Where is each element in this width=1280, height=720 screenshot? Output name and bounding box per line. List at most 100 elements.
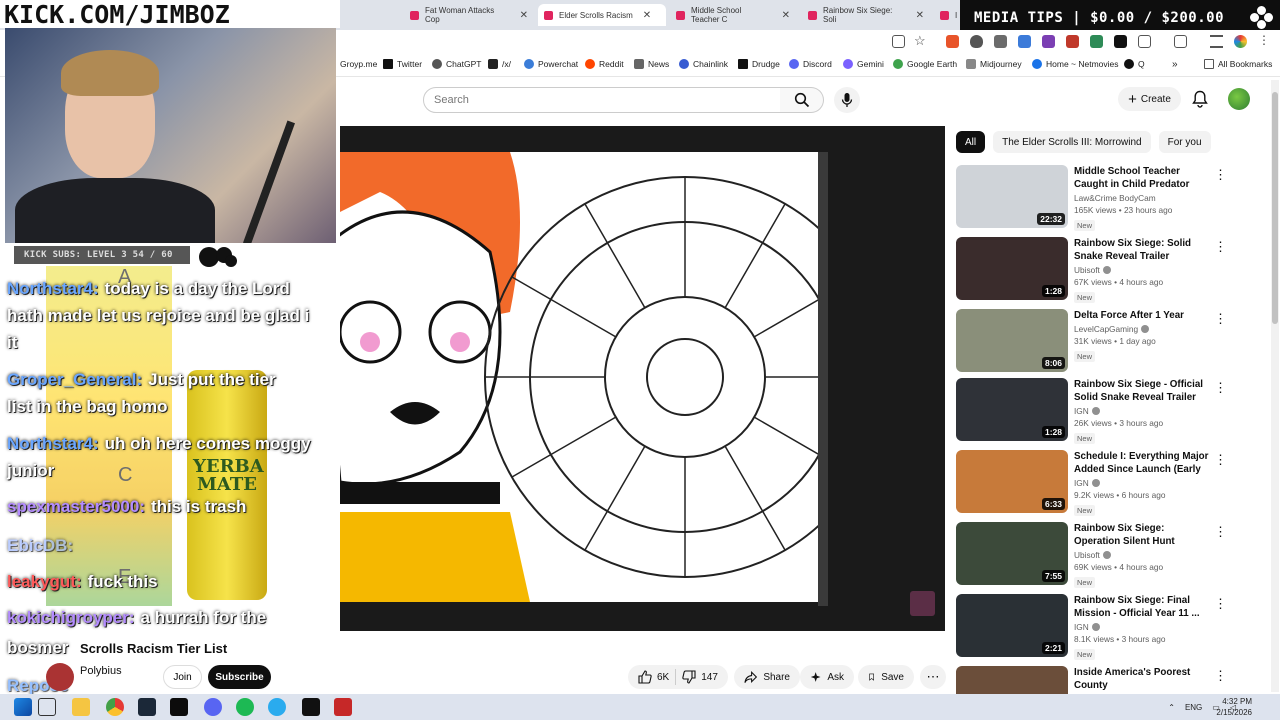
task-view-icon[interactable] (38, 698, 56, 716)
video-title[interactable]: Rainbow Six Siege: Operation Silent Hunt… (1074, 522, 1210, 548)
video-thumbnail[interactable]: 6:33 (956, 450, 1068, 513)
video-title[interactable]: Inside America's Poorest County (1074, 666, 1210, 692)
video-title[interactable]: Middle School Teacher Caught in Child Pr… (1074, 165, 1210, 191)
video-title[interactable]: Delta Force After 1 Year (1074, 309, 1210, 322)
more-vertical-icon[interactable]: ⋮ (1214, 311, 1227, 327)
video-channel[interactable]: Ubisoft (1074, 265, 1210, 275)
search-button[interactable] (780, 87, 824, 113)
search-box[interactable] (423, 87, 781, 113)
video-thumbnail[interactable]: 2:21 (956, 594, 1068, 657)
video-title[interactable]: Schedule I: Everything Major Added Since… (1074, 450, 1210, 476)
video-channel[interactable]: IGN (1074, 622, 1210, 632)
search-input[interactable] (434, 94, 764, 106)
video-channel[interactable]: LevelCapGaming (1074, 324, 1210, 334)
recommended-video[interactable]: 2:21 Rainbow Six Siege: Final Mission - O… (956, 594, 1227, 660)
more-vertical-icon[interactable]: ⋮ (1214, 452, 1227, 468)
voice-search-button[interactable] (834, 87, 860, 113)
bookmark[interactable]: Chainlink (679, 59, 728, 69)
more-vertical-icon[interactable]: ⋮ (1214, 596, 1227, 612)
more-vertical-icon[interactable]: ⋮ (1214, 239, 1227, 255)
all-bookmarks[interactable]: All Bookmarks (1204, 59, 1272, 69)
media-icon[interactable] (1210, 35, 1223, 48)
system-clock[interactable]: 4:32 PM 2/15/2026 (1216, 696, 1252, 718)
bookmark[interactable]: /x/ (488, 59, 511, 69)
more-vertical-icon[interactable]: ⋮ (1214, 524, 1227, 540)
steam-icon[interactable] (138, 698, 156, 716)
bookmark[interactable]: Google Earth (893, 59, 957, 69)
video-title[interactable]: Rainbow Six Siege - Official Solid Snake… (1074, 378, 1210, 404)
create-button[interactable]: + Create (1118, 87, 1181, 111)
bookmark[interactable]: Groyp.me (340, 59, 377, 69)
tab-0[interactable]: Fat Woman Attacks Cop ✕ (404, 4, 534, 26)
chip-all[interactable]: All (956, 131, 986, 153)
language-indicator[interactable]: ENG (1185, 703, 1202, 712)
bookmark[interactable]: Midjourney (966, 59, 1022, 69)
video-thumbnail[interactable]: 22:32 (956, 165, 1068, 228)
video-title[interactable]: Rainbow Six Siege: Solid Snake Reveal Tr… (1074, 237, 1210, 263)
recommended-video[interactable]: 1:28 Rainbow Six Siege: Solid Snake Revea… (956, 237, 1227, 303)
join-button[interactable]: Join (163, 665, 202, 689)
extension-icon[interactable] (1042, 35, 1055, 48)
more-vertical-icon[interactable]: ⋮ (1214, 380, 1227, 396)
bookmark[interactable]: Gemini (843, 59, 884, 69)
shield-icon[interactable] (970, 35, 983, 48)
telegram-icon[interactable] (268, 698, 286, 716)
more-vertical-icon[interactable]: ⋮ (1214, 668, 1227, 684)
app-icon[interactable] (334, 698, 352, 716)
recommended-video[interactable]: 6:33 Schedule I: Everything Major Added S… (956, 450, 1227, 516)
bell-icon[interactable] (1192, 90, 1208, 108)
channel-avatar[interactable] (46, 663, 74, 691)
save-button[interactable]: Save (858, 665, 914, 689)
dislike-button[interactable]: 147 (682, 670, 718, 684)
profile-icon[interactable] (1234, 35, 1247, 48)
subscribe-button[interactable]: Subscribe (208, 665, 271, 689)
like-button[interactable]: 6K (638, 670, 669, 684)
windows-start-icon[interactable] (14, 698, 32, 716)
bookmark[interactable]: Twitter (383, 59, 422, 69)
video-title[interactable]: Rainbow Six Siege: Final Mission - Offic… (1074, 594, 1210, 620)
extension-icon[interactable] (1090, 35, 1103, 48)
bookmark[interactable]: Drudge (738, 59, 780, 69)
puzzle-icon[interactable] (1138, 35, 1151, 48)
file-explorer-icon[interactable] (72, 698, 90, 716)
video-channel[interactable]: Law&Crime BodyCam (1074, 193, 1210, 203)
spotify-icon[interactable] (236, 698, 254, 716)
chip-morrowind[interactable]: The Elder Scrolls III: Morrowind (993, 131, 1151, 153)
sidepanel-icon[interactable] (1174, 35, 1187, 48)
extension-icon[interactable] (994, 35, 1007, 48)
star-icon[interactable]: ☆ (914, 33, 927, 48)
recommended-video[interactable]: 1:28 Rainbow Six Siege - Official Solid S… (956, 378, 1227, 444)
chip-for-you[interactable]: For you (1158, 131, 1211, 153)
terminal-icon[interactable] (170, 698, 188, 716)
tab-2[interactable]: Middle School Teacher C ✕ (670, 4, 796, 26)
recommended-video[interactable]: 8:06 Delta Force After 1 Year LevelCapGami… (956, 309, 1227, 373)
tab-1[interactable]: Elder Scrolls Racism ✕ (538, 4, 666, 26)
close-icon[interactable]: ✕ (916, 10, 924, 21)
video-thumbnail[interactable]: 8:06 (956, 309, 1068, 372)
x-icon[interactable] (1114, 35, 1127, 48)
close-icon[interactable]: ✕ (520, 10, 528, 21)
video-channel[interactable]: IGN (1074, 478, 1210, 488)
recommended-video[interactable]: 22:32 Middle School Teacher Caught in Chi… (956, 165, 1227, 231)
chevron-up-icon[interactable]: ⌃ (1168, 703, 1175, 712)
x-icon[interactable] (302, 698, 320, 716)
menu-kebab-icon[interactable]: ⋮ (1258, 33, 1271, 47)
close-icon[interactable]: ✕ (643, 10, 651, 21)
channel-name[interactable]: Polybius (80, 665, 122, 677)
bookmark[interactable]: Powerchat (524, 59, 578, 69)
bookmark[interactable]: Discord (789, 59, 832, 69)
extension-icon[interactable] (1018, 35, 1031, 48)
ask-button[interactable]: Ask (800, 665, 854, 689)
bookmark[interactable]: News (634, 59, 669, 69)
video-thumbnail[interactable]: 1:28 (956, 378, 1068, 441)
scrollbar-thumb[interactable] (1272, 92, 1278, 324)
tab-3[interactable]: Rainbow Six Siege: Soli ✕ (802, 4, 930, 26)
chevron-right-icon[interactable]: » (1172, 59, 1178, 70)
more-vertical-icon[interactable]: ⋮ (1214, 167, 1227, 183)
extension-icon[interactable] (1066, 35, 1079, 48)
recommended-video[interactable]: 7:55 Rainbow Six Siege: Operation Silent … (956, 522, 1227, 588)
bookmark[interactable]: ChatGPT (432, 59, 481, 69)
video-thumbnail[interactable]: 1:28 (956, 237, 1068, 300)
more-actions-button[interactable]: ⋯ (920, 665, 946, 689)
share-button[interactable]: Share (734, 665, 800, 689)
